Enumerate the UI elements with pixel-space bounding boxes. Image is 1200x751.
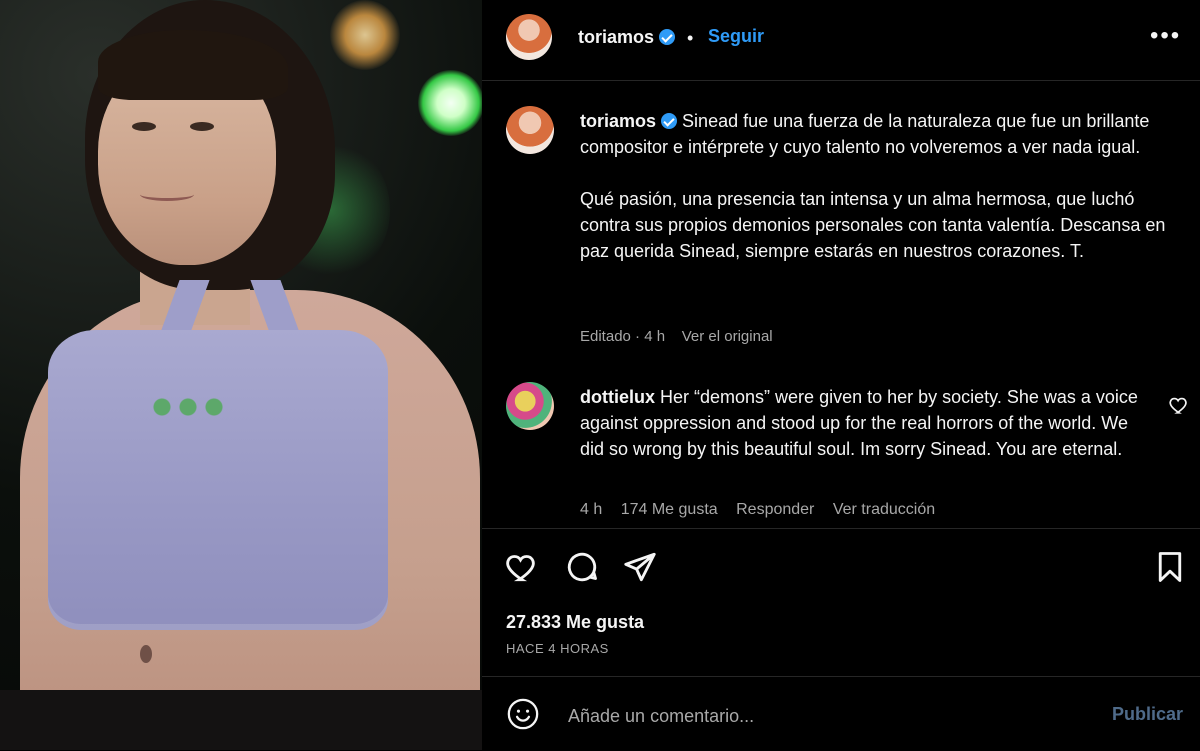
edited-timestamp: Editado · 4 h xyxy=(580,328,666,345)
post-actions: 27.833 Me gusta HACE 4 HORAS xyxy=(482,528,1200,656)
verified-badge-icon xyxy=(659,29,676,45)
post-header: toriamos • Seguir ••• xyxy=(482,0,1200,81)
photo-subject-mouth xyxy=(140,188,194,201)
stage-light xyxy=(418,70,482,136)
see-original-link[interactable]: Ver el original xyxy=(682,328,773,345)
photo-detail xyxy=(140,645,152,663)
photo-subject-eye xyxy=(190,122,214,131)
instagram-post-view: toriamos • Seguir ••• toriamos Sinead fu… xyxy=(0,0,1200,750)
separator-dot: • xyxy=(687,28,694,48)
bookmark-icon[interactable] xyxy=(1152,549,1188,585)
photo-subject-pants xyxy=(0,690,482,750)
author-username[interactable]: toriamos xyxy=(578,27,676,48)
author-username-text[interactable]: toriamos xyxy=(578,27,654,47)
caption-paragraph-2: Qué pasión, una presencia tan intensa y … xyxy=(580,189,1166,261)
heart-icon[interactable] xyxy=(504,549,540,585)
comment-icon[interactable] xyxy=(564,549,600,585)
comment-meta: 4 h 174 Me gusta Responder Ver traducció… xyxy=(580,501,949,519)
flower-patch xyxy=(150,395,228,421)
verified-badge-icon xyxy=(661,113,678,129)
add-comment-bar: Publicar xyxy=(482,676,1200,751)
comment-text: dottielux Her “demons” were given to her… xyxy=(580,384,1155,462)
follow-button[interactable]: Seguir xyxy=(708,26,764,47)
reply-button[interactable]: Responder xyxy=(736,501,814,518)
comment-input[interactable] xyxy=(566,701,1090,731)
stage-light xyxy=(330,0,400,70)
halter-top xyxy=(48,330,388,630)
commenter-avatar[interactable] xyxy=(506,382,554,430)
emoji-icon[interactable] xyxy=(506,697,540,731)
like-count[interactable]: 27.833 Me gusta xyxy=(506,612,644,633)
comment-body: Her “demons” were given to her by societ… xyxy=(580,387,1138,459)
caption-username[interactable]: toriamos xyxy=(580,111,656,131)
author-avatar[interactable] xyxy=(506,14,552,60)
commenter-username[interactable]: dottielux xyxy=(580,387,655,407)
more-options-icon[interactable]: ••• xyxy=(1150,22,1181,50)
post-comment-button[interactable]: Publicar xyxy=(1112,704,1183,725)
post-photo[interactable] xyxy=(0,0,482,750)
post-sidebar: toriamos • Seguir ••• toriamos Sinead fu… xyxy=(482,0,1200,750)
translate-link[interactable]: Ver traducción xyxy=(833,501,935,518)
caption-author-avatar[interactable] xyxy=(506,106,554,154)
share-icon[interactable] xyxy=(622,549,658,585)
caption-text: toriamos Sinead fue una fuerza de la nat… xyxy=(580,108,1170,290)
comment-like-heart-icon[interactable] xyxy=(1168,394,1190,416)
comment-likes[interactable]: 174 Me gusta xyxy=(621,501,718,518)
photo-subject-eye xyxy=(132,122,156,131)
post-time: HACE 4 HORAS xyxy=(506,641,609,656)
caption-meta: Editado · 4 h Ver el original xyxy=(580,328,773,345)
comment-time: 4 h xyxy=(580,501,603,518)
